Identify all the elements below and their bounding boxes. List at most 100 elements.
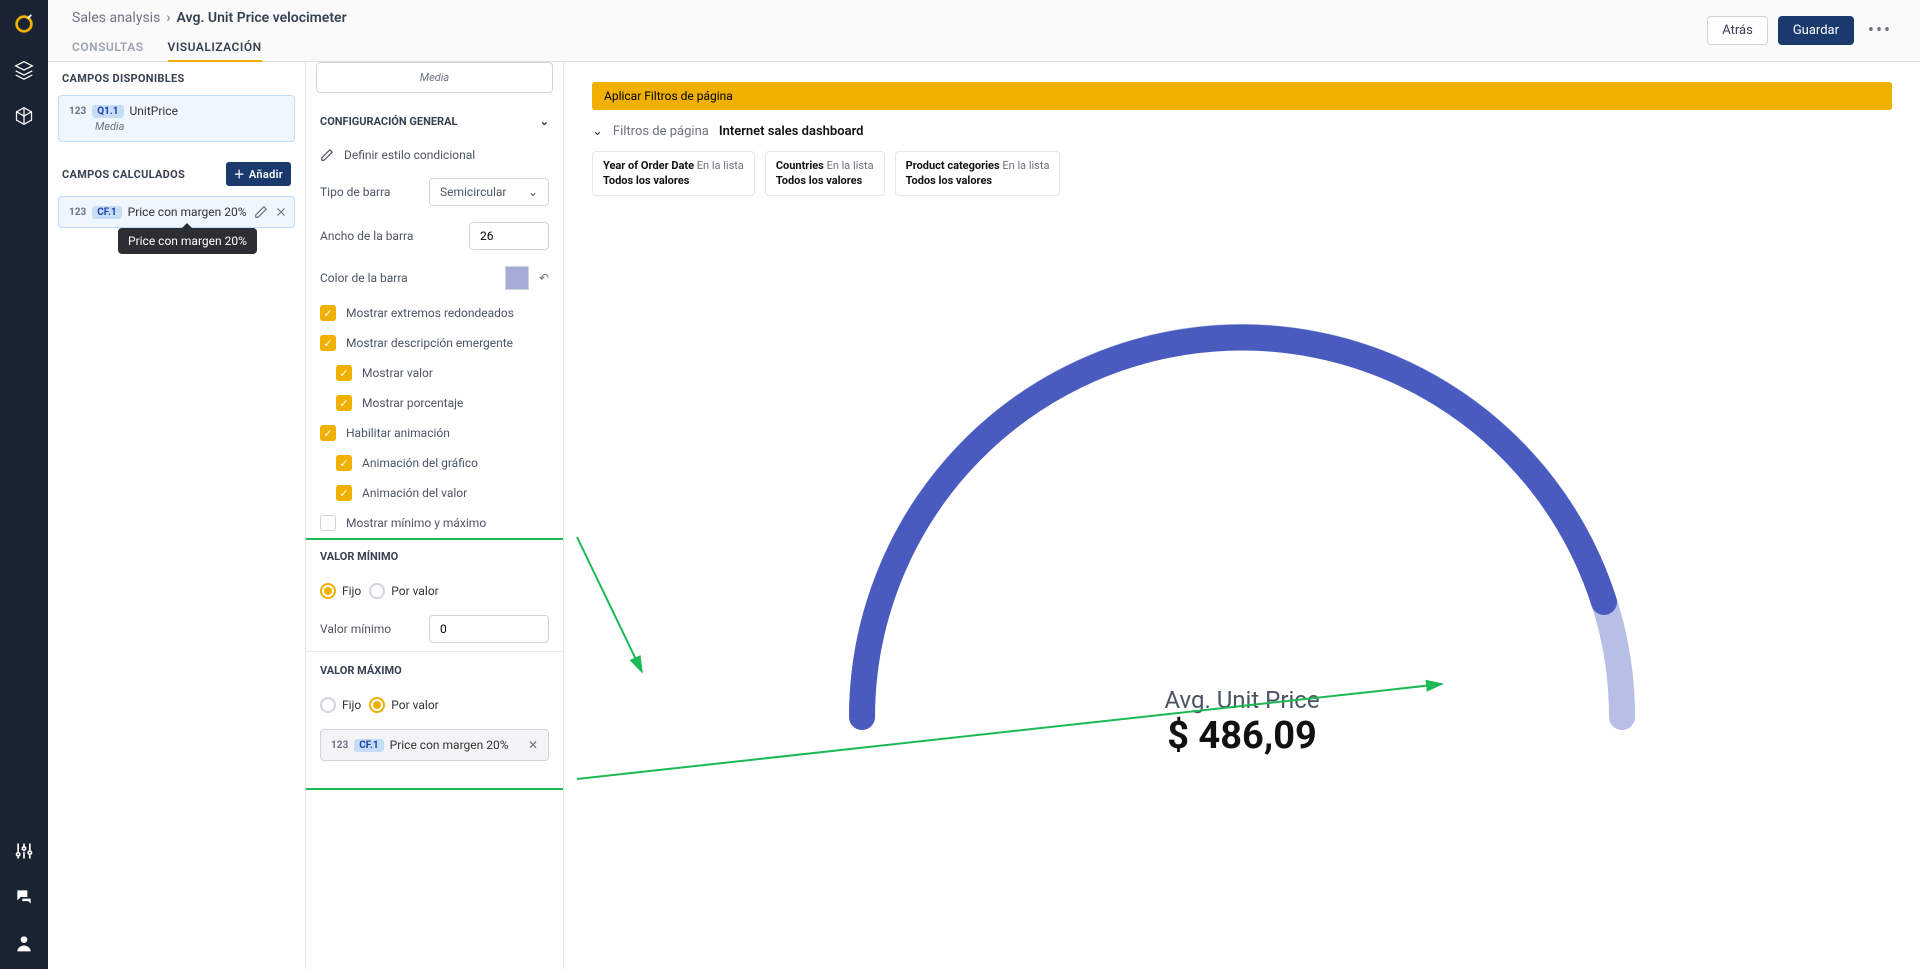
checkbox-on-icon: ✓: [320, 335, 336, 351]
max-byvalue-radio[interactable]: Por valor: [369, 697, 438, 713]
ck-anim-chart[interactable]: ✓Animación del gráfico: [306, 448, 563, 478]
checkbox-on-icon: ✓: [336, 365, 352, 381]
min-value-row: Valor mínimo: [306, 607, 563, 651]
checkbox-off-icon: [320, 515, 336, 531]
radio-on-icon: [320, 583, 336, 599]
plus-icon: ＋: [234, 166, 245, 182]
chevron-right-icon: ›: [166, 10, 170, 26]
field-unitprice[interactable]: 123 Q1.1 UnitPrice Media: [58, 95, 295, 142]
logo-icon[interactable]: [12, 12, 36, 36]
fields-panel: CAMPOS DISPONIBLES 123 Q1.1 UnitPrice Me…: [48, 62, 306, 969]
add-label: Añadir: [249, 168, 283, 181]
conditional-style-link[interactable]: Definir estilo condicional: [306, 140, 563, 170]
add-calculated-button[interactable]: ＋ Añadir: [226, 162, 291, 186]
save-button[interactable]: Guardar: [1778, 16, 1854, 45]
layers-icon[interactable]: [12, 58, 36, 82]
min-byvalue-radio[interactable]: Por valor: [369, 583, 438, 599]
radio-label: Por valor: [391, 584, 438, 598]
apply-filters-button[interactable]: Aplicar Filtros de página: [592, 82, 1892, 110]
chevron-down-icon[interactable]: ⌄: [540, 115, 549, 128]
chat-icon[interactable]: [12, 885, 36, 909]
filter-year[interactable]: Year of Order Date En la listaTodos los …: [592, 151, 755, 196]
gauge-svg: [827, 302, 1657, 742]
filter-categories[interactable]: Product categories En la listaTodos los …: [895, 151, 1061, 196]
min-value-input[interactable]: [429, 615, 549, 643]
field-name: UnitPrice: [130, 104, 178, 118]
filter-val: Todos los valores: [603, 174, 689, 187]
media-box[interactable]: Media: [316, 62, 553, 93]
ck-label: Mostrar extremos redondeados: [346, 306, 514, 320]
max-field-chip[interactable]: 123 CF.1 Price con margen 20% ✕: [320, 729, 549, 761]
ck-label: Habilitar animación: [346, 426, 450, 440]
ck-label: Mostrar porcentaje: [362, 396, 463, 410]
chevron-down-icon[interactable]: ⌄: [592, 124, 603, 139]
filter-op: En la lista: [697, 159, 744, 172]
pencil-icon: [320, 148, 334, 162]
max-fixed-radio[interactable]: Fijo: [320, 697, 361, 713]
breadcrumb-current: Avg. Unit Price velocimeter: [177, 10, 347, 26]
filter-field: Countries: [776, 159, 824, 172]
radio-label: Fijo: [342, 698, 361, 712]
ck-show-value[interactable]: ✓ Mostrar valor: [306, 358, 563, 388]
ck-label: Animación del valor: [362, 486, 467, 500]
field-pill: CF.1: [354, 739, 383, 752]
more-menu-icon[interactable]: •••: [1864, 14, 1896, 46]
filter-countries[interactable]: Countries En la listaTodos los valores: [765, 151, 885, 196]
remove-icon[interactable]: ✕: [528, 738, 538, 752]
field-type-label: 123: [69, 106, 86, 117]
user-icon[interactable]: [12, 931, 36, 955]
max-value-label: VALOR MÁXIMO: [320, 664, 402, 677]
cube-icon[interactable]: [12, 104, 36, 128]
delete-icon[interactable]: [274, 205, 288, 219]
left-iconbar: [0, 0, 48, 969]
edit-icon[interactable]: [254, 205, 268, 219]
page-filters-label: Filtros de página: [613, 124, 709, 139]
tab-visualization[interactable]: VISUALIZACIÓN: [168, 34, 262, 63]
min-fixed-radio[interactable]: Fijo: [320, 583, 361, 599]
field-price-margin[interactable]: 123 CF.1 Price con margen 20%: [58, 196, 295, 228]
field-type-label: 123: [331, 740, 348, 751]
filter-op: En la lista: [827, 159, 874, 172]
checkbox-on-icon: ✓: [336, 395, 352, 411]
back-button[interactable]: Atrás: [1707, 16, 1768, 45]
ck-anim-value[interactable]: ✓ Animación del valor: [306, 478, 563, 508]
bar-type-label: Tipo de barra: [320, 185, 419, 199]
available-fields-header: CAMPOS DISPONIBLES: [48, 62, 305, 95]
color-swatch[interactable]: [505, 266, 529, 290]
sliders-icon[interactable]: [12, 839, 36, 863]
bar-width-label: Ancho de la barra: [320, 229, 459, 243]
undo-icon[interactable]: ↶: [539, 271, 549, 285]
checkbox-on-icon: ✓: [320, 305, 336, 321]
bar-type-value: Semicircular: [440, 185, 507, 199]
ck-minmax[interactable]: Mostrar mínimo y máximo: [306, 508, 563, 538]
field-name: Price con margen 20%: [390, 738, 509, 752]
ck-label: Mostrar valor: [362, 366, 433, 380]
field-type-label: 123: [69, 207, 86, 218]
min-radio-row: Fijo Por valor: [306, 575, 563, 607]
field-pill: CF.1: [92, 206, 121, 219]
ck-rounded[interactable]: ✓ Mostrar extremos redondeados: [306, 298, 563, 328]
ck-show-pct[interactable]: ✓ Mostrar porcentaje: [306, 388, 563, 418]
topbar: Sales analysis › Avg. Unit Price velocim…: [48, 0, 1920, 62]
field-name: Price con margen 20%: [128, 205, 247, 219]
chevron-down-icon: ⌄: [528, 185, 538, 199]
ck-anim[interactable]: ✓Habilitar animación: [306, 418, 563, 448]
radio-label: Por valor: [391, 698, 438, 712]
general-config-header[interactable]: CONFIGURACIÓN GENERAL ⌄: [306, 103, 563, 140]
ck-tooltip[interactable]: ✓Mostrar descripción emergente: [306, 328, 563, 358]
gauge-chart: Avg. Unit Price $ 486,09: [827, 302, 1657, 758]
min-value-input-label: Valor mínimo: [320, 622, 419, 636]
ck-label: Animación del gráfico: [362, 456, 478, 470]
conditional-style-label: Definir estilo condicional: [344, 148, 475, 162]
page-filters-row: ⌄ Filtros de página Internet sales dashb…: [592, 124, 1892, 139]
checkbox-on-icon: ✓: [336, 485, 352, 501]
breadcrumb-parent[interactable]: Sales analysis: [72, 10, 160, 26]
radio-on-icon: [369, 697, 385, 713]
tab-queries[interactable]: CONSULTAS: [72, 34, 144, 63]
bar-width-input[interactable]: [469, 222, 549, 250]
max-radio-row: Fijo Por valor: [306, 689, 563, 721]
field-agg: Media: [95, 120, 284, 133]
bar-type-select[interactable]: Semicircular ⌄: [429, 178, 549, 206]
annotation-arrow-1: [572, 532, 652, 682]
radio-off-icon: [320, 697, 336, 713]
